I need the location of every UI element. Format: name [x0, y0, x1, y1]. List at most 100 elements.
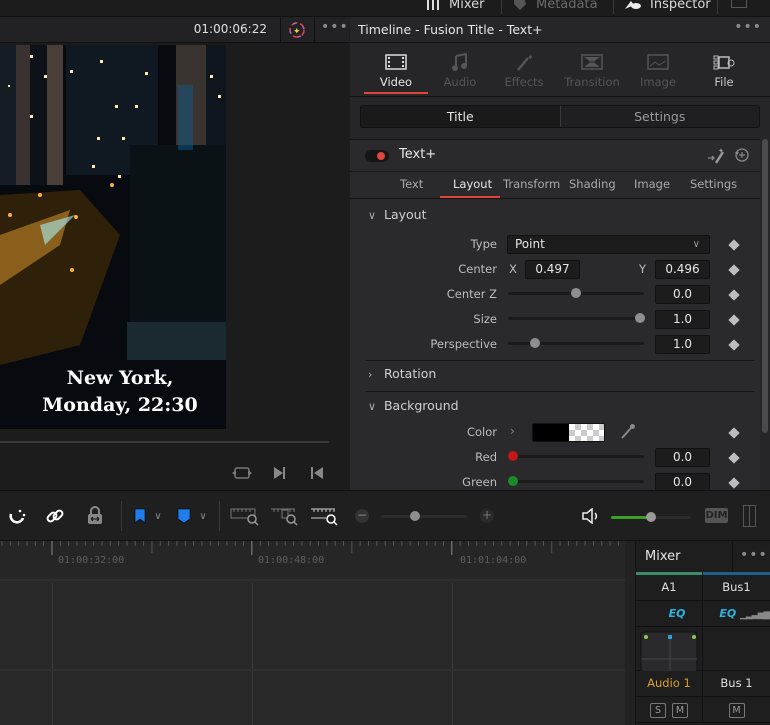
mute-button[interactable]: [580, 504, 602, 528]
next-frame-button[interactable]: [273, 465, 287, 479]
top-bar: Mixer Metadata Inspector: [0, 0, 770, 17]
video-frame[interactable]: New York, Monday, 22:30: [0, 45, 226, 429]
marker-dropdown-chevron-icon[interactable]: ∨: [197, 504, 209, 528]
zoom-out-button[interactable]: −: [354, 504, 370, 528]
node-enable-toggle[interactable]: [365, 150, 389, 162]
red-field[interactable]: 0.0: [655, 448, 710, 467]
text-plus-node-panel: Text+ ✦ Text Layout Transform Shading Im…: [350, 139, 760, 492]
keyframe-type-button[interactable]: [728, 239, 740, 251]
zoom-in-button[interactable]: +: [479, 504, 495, 528]
tab-image[interactable]: Image: [626, 51, 690, 89]
flag-dropdown-chevron-icon[interactable]: ∨: [152, 504, 164, 528]
tab-transition[interactable]: Transition: [560, 51, 624, 89]
size-slider-knob[interactable]: [634, 313, 645, 323]
a1-solo-button[interactable]: S: [650, 703, 666, 718]
tab-audio[interactable]: Audio: [428, 51, 492, 89]
keyframe-red-button[interactable]: [728, 452, 740, 464]
pan-graph-icon[interactable]: [640, 631, 700, 671]
timeline-zoom-slider[interactable]: [381, 511, 467, 521]
volume-knob[interactable]: [646, 512, 656, 522]
red-slider[interactable]: [508, 451, 644, 461]
divider: [613, 0, 614, 14]
fusion-edit-button[interactable]: ✦: [706, 146, 726, 166]
keyframe-size-button[interactable]: [728, 314, 740, 326]
keyframe-center-z-button[interactable]: [728, 289, 740, 301]
a1-mute-button[interactable]: M: [672, 703, 688, 718]
loop-button[interactable]: [232, 465, 252, 479]
subtab-layout[interactable]: Layout: [453, 177, 492, 191]
center-z-field[interactable]: 0.0: [655, 285, 710, 304]
flag-button[interactable]: [131, 504, 149, 528]
timeline-zoom-knob[interactable]: [410, 511, 421, 521]
background-section-header[interactable]: ∨ Background: [368, 398, 459, 413]
size-slider[interactable]: [508, 313, 645, 323]
color-wheel-button[interactable]: ✦: [288, 21, 306, 39]
timeline-ruler[interactable]: 01:00:32:00 01:00:48:00 01:01:04:00: [0, 541, 625, 581]
detail-zoom-button[interactable]: [270, 504, 300, 528]
tab-video[interactable]: Video: [364, 51, 428, 89]
prev-frame-button[interactable]: [310, 465, 324, 479]
tab-effects[interactable]: ✦ Effects: [492, 51, 556, 89]
layout-section-header[interactable]: ∨ Layout: [368, 207, 426, 222]
snapping-button[interactable]: [6, 504, 28, 528]
center-z-slider-knob[interactable]: [571, 288, 581, 298]
keyframe-center-button[interactable]: [728, 264, 740, 276]
next-frame-icon: [274, 467, 285, 479]
center-z-slider[interactable]: [508, 288, 644, 298]
type-dropdown[interactable]: Point ∨: [507, 235, 710, 254]
custom-zoom-button[interactable]: [310, 504, 340, 528]
inspector-options-button[interactable]: •••: [734, 19, 762, 35]
fullscreen-button[interactable]: [731, 0, 747, 8]
mixer-options-button[interactable]: •••: [740, 547, 768, 563]
subtab-image[interactable]: Image: [634, 177, 670, 191]
segment-settings-button[interactable]: Settings: [561, 106, 760, 127]
red-slider-knob[interactable]: [508, 451, 518, 461]
full-extent-zoom-button[interactable]: [230, 504, 260, 528]
a1-eq-button[interactable]: EQ ▁▂▃▅▆: [636, 601, 703, 645]
reset-button[interactable]: [734, 147, 750, 163]
inspector-scrollbar[interactable]: [762, 139, 768, 433]
subtab-settings[interactable]: Settings: [690, 177, 737, 191]
keyframe-perspective-button[interactable]: [728, 339, 740, 351]
metadata-toggle-button[interactable]: Metadata: [512, 0, 598, 14]
perspective-field[interactable]: 1.0: [655, 335, 710, 354]
color-swatch[interactable]: [532, 423, 605, 442]
volume-slider[interactable]: [611, 512, 691, 522]
bus1-mute-button[interactable]: M: [728, 703, 745, 718]
viewer-options-button[interactable]: •••: [321, 19, 349, 35]
rotation-section-header[interactable]: › Rotation: [368, 366, 436, 381]
center-y-label: Y: [639, 262, 647, 276]
green-slider[interactable]: [508, 476, 644, 486]
marker-button[interactable]: [175, 504, 193, 528]
green-slider-knob[interactable]: [508, 476, 518, 486]
bus1-eq-button[interactable]: EQ ▁▂▃▅▆: [703, 601, 770, 627]
green-label: Green: [462, 475, 497, 489]
segment-title-button[interactable]: Title: [361, 106, 561, 127]
a1-dynamics-cell: [636, 627, 703, 671]
subtab-shading[interactable]: Shading: [569, 177, 616, 191]
timeline-vertical-scrollbar[interactable]: [625, 541, 635, 725]
size-field[interactable]: 1.0: [655, 310, 710, 329]
mixer-toggle-button[interactable]: Mixer: [425, 0, 484, 14]
viewer-scrubber[interactable]: [0, 441, 329, 443]
center-x-field[interactable]: 0.497: [525, 260, 580, 279]
panel-layout-button[interactable]: [743, 505, 756, 527]
perspective-slider-knob[interactable]: [530, 338, 541, 348]
perspective-slider[interactable]: [508, 338, 644, 348]
dim-button[interactable]: DIM: [705, 508, 728, 523]
eyedropper-button[interactable]: [620, 422, 636, 440]
tab-video-label: Video: [379, 75, 413, 89]
keyframe-color-button[interactable]: [728, 427, 740, 439]
music-note-icon: [452, 52, 467, 71]
tab-file[interactable]: File: [692, 51, 756, 89]
inspector-toggle-button[interactable]: Inspector: [624, 0, 711, 14]
center-y-field[interactable]: 0.496: [655, 260, 710, 279]
subtab-text[interactable]: Text: [400, 177, 423, 191]
eq-label: EQ: [668, 607, 686, 620]
speaker-icon: [582, 508, 598, 524]
position-lock-button[interactable]: [84, 504, 106, 528]
keyframe-green-button[interactable]: [728, 477, 740, 489]
subtab-transform[interactable]: Transform: [503, 177, 560, 191]
linked-selection-button[interactable]: [44, 504, 66, 528]
chevron-right-icon[interactable]: ›: [510, 424, 515, 438]
